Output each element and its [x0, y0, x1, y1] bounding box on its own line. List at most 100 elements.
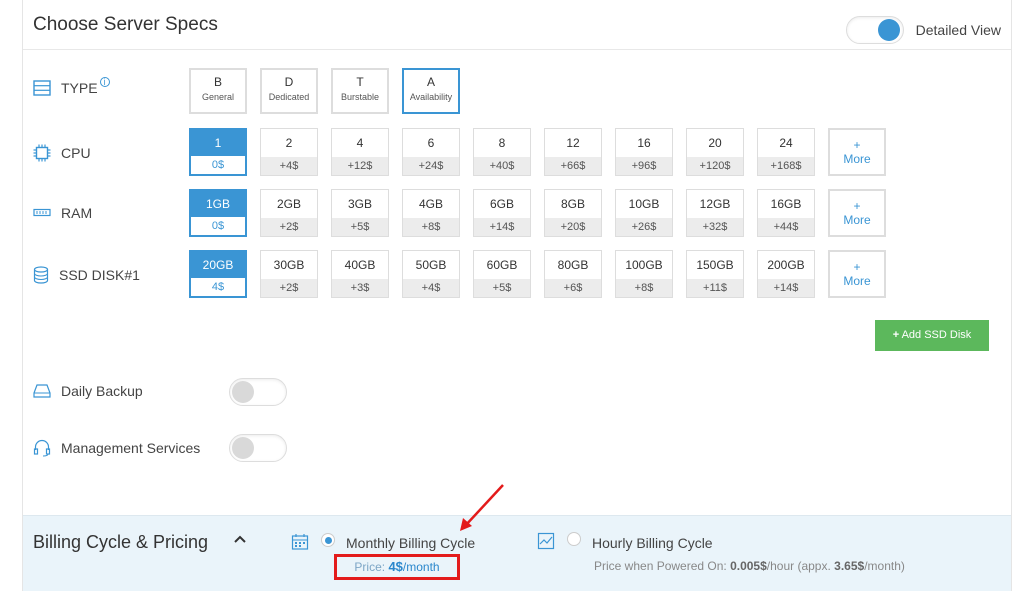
ram-option[interactable]: 10GB +26$: [615, 189, 673, 237]
ram-more-button[interactable]: + More: [828, 189, 886, 237]
ssd-more-button[interactable]: + More: [828, 250, 886, 298]
annotation-arrow-icon: [460, 484, 504, 531]
option-price: +6$: [545, 279, 601, 297]
more-label: More: [843, 274, 871, 288]
cpu-option[interactable]: 2 +4$: [260, 128, 318, 176]
option-price: +3$: [332, 279, 388, 297]
ram-option[interactable]: 6GB +14$: [473, 189, 531, 237]
option-value: 20GB: [191, 252, 245, 278]
ssd-option[interactable]: 80GB +6$: [544, 250, 602, 298]
option-value: 20: [708, 136, 722, 150]
hourly-label[interactable]: Hourly Billing Cycle: [592, 535, 713, 551]
monthly-label[interactable]: Monthly Billing Cycle: [346, 535, 475, 551]
option-price: +66$: [545, 157, 601, 175]
type-row-label: TYPE i: [33, 77, 110, 96]
add-ssd-disk-button[interactable]: + Add SSD Disk: [875, 320, 989, 351]
hourly-radio[interactable]: [567, 532, 581, 546]
ssd-option[interactable]: 60GB +5$: [473, 250, 531, 298]
ram-option[interactable]: 4GB +8$: [402, 189, 460, 237]
option-value: 6: [427, 136, 435, 150]
monthly-radio[interactable]: [321, 533, 335, 547]
option-price: +32$: [687, 218, 743, 236]
option-value: 8: [498, 136, 506, 150]
cpu-row-label: CPU: [33, 144, 91, 162]
option-price: +14$: [758, 279, 814, 297]
info-icon[interactable]: i: [99, 77, 110, 87]
detailed-view-control[interactable]: Detailed View: [845, 16, 1001, 44]
billing-section: Billing Cycle & Pricing Monthly Billing …: [23, 515, 1011, 591]
option-price: +12$: [332, 157, 388, 175]
ssd-options: 20GB 4$ 30GB +2$ 40GB +3$ 50GB +4$ 60GB +5$ 8…: [189, 250, 899, 298]
option-value: 16: [637, 136, 651, 150]
option-value: 100GB: [625, 258, 663, 272]
option-value: 200GB: [767, 258, 805, 272]
ssd-option[interactable]: 30GB +2$: [260, 250, 318, 298]
option-price: +120$: [687, 157, 743, 175]
more-label: More: [843, 152, 871, 166]
ssd-option[interactable]: 50GB +4$: [402, 250, 460, 298]
option-price: +26$: [616, 218, 672, 236]
cpu-option[interactable]: 6 +24$: [402, 128, 460, 176]
ssd-option[interactable]: 200GB +14$: [757, 250, 815, 298]
option-price: 0$: [191, 217, 245, 235]
option-value: 12GB: [699, 197, 731, 211]
more-label: More: [843, 213, 871, 227]
page-title: Choose Server Specs: [33, 14, 218, 35]
toggle-knob: [232, 437, 254, 459]
detailed-view-toggle[interactable]: [845, 16, 904, 44]
ram-icon: [33, 208, 51, 217]
option-price: +44$: [758, 218, 814, 236]
option-value: 50GB: [415, 258, 447, 272]
ram-option[interactable]: 12GB +32$: [686, 189, 744, 237]
type-option-general[interactable]: B General: [189, 68, 247, 114]
calendar-icon: [291, 534, 309, 550]
daily-backup-toggle[interactable]: [229, 378, 287, 406]
option-price: +4$: [261, 157, 317, 175]
option-price: +4$: [403, 279, 459, 297]
cpu-option[interactable]: 12 +66$: [544, 128, 602, 176]
cpu-more-button[interactable]: + More: [828, 128, 886, 176]
ssd-option[interactable]: 20GB 4$: [189, 250, 247, 298]
type-option-burstable[interactable]: T Burstable: [331, 68, 389, 114]
ssd-row-label: SSD DISK#1: [33, 266, 140, 284]
option-price: +5$: [332, 218, 388, 236]
chevron-up-icon[interactable]: [233, 534, 247, 544]
cpu-option[interactable]: 8 +40$: [473, 128, 531, 176]
ssd-option[interactable]: 150GB +11$: [686, 250, 744, 298]
hourly-price-prefix: Price when Powered On:: [594, 559, 727, 573]
price-label: Price:: [354, 560, 386, 574]
option-price: +14$: [474, 218, 530, 236]
cpu-option[interactable]: 20 +120$: [686, 128, 744, 176]
option-value: 80GB: [557, 258, 589, 272]
cpu-option[interactable]: 24 +168$: [757, 128, 815, 176]
ssd-option[interactable]: 40GB +3$: [331, 250, 389, 298]
option-value: 12: [566, 136, 580, 150]
type-option-dedicated[interactable]: D Dedicated: [260, 68, 318, 114]
database-icon: [33, 266, 49, 284]
ram-option[interactable]: 2GB +2$: [260, 189, 318, 237]
price-value: 4$: [388, 559, 403, 574]
option-value: 4: [356, 136, 364, 150]
management-toggle[interactable]: [229, 434, 287, 462]
cpu-option[interactable]: 1 0$: [189, 128, 247, 176]
cpu-option[interactable]: 16 +96$: [615, 128, 673, 176]
type-option-availability[interactable]: A Availability: [402, 68, 460, 114]
cpu-icon: [33, 144, 51, 162]
type-code: T: [356, 75, 364, 89]
type-name: Dedicated: [268, 92, 310, 102]
daily-backup-label: Daily Backup: [61, 383, 143, 399]
option-value: 40GB: [344, 258, 376, 272]
option-value: 3GB: [347, 197, 372, 211]
ram-option[interactable]: 16GB +44$: [757, 189, 815, 237]
option-value: 2: [285, 136, 293, 150]
monthly-price-box: Price: 4$/month: [334, 554, 460, 580]
type-code: A: [426, 75, 435, 89]
ram-option[interactable]: 3GB +5$: [331, 189, 389, 237]
ssd-option[interactable]: 100GB +8$: [615, 250, 673, 298]
backup-drive-icon: [33, 384, 51, 398]
ram-option[interactable]: 1GB 0$: [189, 189, 247, 237]
cpu-option[interactable]: 4 +12$: [331, 128, 389, 176]
option-value: 1: [191, 130, 245, 156]
ram-option[interactable]: 8GB +20$: [544, 189, 602, 237]
daily-backup-row: Daily Backup: [33, 383, 143, 399]
